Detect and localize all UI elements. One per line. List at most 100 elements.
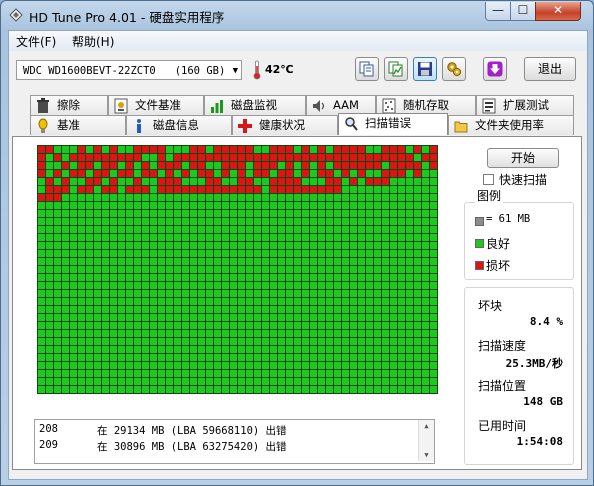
good-block	[206, 202, 213, 209]
tab-folder-usage[interactable]: 文件夹使用率	[448, 115, 574, 135]
good-block	[254, 362, 261, 369]
exit-button[interactable]: 退出	[524, 57, 576, 81]
good-block	[78, 354, 85, 361]
log-entry-number: 208	[39, 423, 58, 435]
good-block	[342, 306, 349, 313]
tab-disk-monitor[interactable]: 磁盘监视	[204, 95, 306, 115]
good-block	[230, 314, 237, 321]
tab-benchmark[interactable]: 基准	[30, 115, 126, 135]
good-block	[86, 370, 93, 377]
good-block	[142, 386, 149, 393]
good-block	[318, 290, 325, 297]
tab-health[interactable]: 健康状况	[232, 115, 338, 135]
good-block	[142, 250, 149, 257]
good-block	[414, 338, 421, 345]
good-block	[382, 242, 389, 249]
good-block	[54, 298, 61, 305]
good-block	[302, 274, 309, 281]
good-block	[38, 250, 45, 257]
good-block	[94, 194, 101, 201]
good-block	[294, 298, 301, 305]
good-block	[230, 194, 237, 201]
good-block	[302, 378, 309, 385]
menu-help[interactable]: 帮助(H)	[72, 33, 114, 50]
good-block	[206, 306, 213, 313]
good-block	[54, 266, 61, 273]
good-block	[286, 314, 293, 321]
good-block	[246, 362, 253, 369]
good-block	[358, 306, 365, 313]
good-block	[278, 330, 285, 337]
good-block	[214, 274, 221, 281]
good-block	[150, 210, 157, 217]
good-block	[110, 282, 117, 289]
checkbox-box[interactable]	[483, 174, 494, 185]
copy-text-button[interactable]	[355, 57, 379, 81]
good-block	[422, 362, 429, 369]
error-log-list[interactable]: 208 在 29134 MB (LBA 59668110) 出错 209 在 3…	[34, 419, 435, 464]
scroll-up-arrow-icon[interactable]: ▲	[419, 422, 434, 430]
maximize-button[interactable]: ☐	[510, 2, 536, 21]
close-button[interactable]: ✕	[535, 2, 581, 21]
log-scrollbar[interactable]: ▲ ▼	[418, 420, 434, 461]
good-block	[398, 362, 405, 369]
good-block	[182, 386, 189, 393]
good-block	[246, 202, 253, 209]
good-block	[262, 330, 269, 337]
tab-file-benchmark[interactable]: 文件基准	[108, 95, 204, 115]
scroll-down-arrow-icon[interactable]: ▼	[419, 451, 434, 459]
good-block	[182, 370, 189, 377]
good-block	[414, 282, 421, 289]
good-block	[118, 354, 125, 361]
good-block	[262, 218, 269, 225]
good-block	[110, 330, 117, 337]
download-button[interactable]	[483, 57, 507, 81]
start-button[interactable]: 开始	[487, 148, 559, 168]
good-block	[294, 370, 301, 377]
thermometer-icon	[253, 60, 261, 80]
good-block	[150, 338, 157, 345]
good-block	[382, 338, 389, 345]
good-block	[150, 386, 157, 393]
good-block	[78, 346, 85, 353]
good-block	[222, 202, 229, 209]
good-block	[414, 378, 421, 385]
good-block	[54, 178, 61, 185]
tab-info[interactable]: 磁盘信息	[126, 115, 232, 135]
tab-erase[interactable]: 擦除	[30, 95, 108, 115]
good-block	[214, 162, 221, 169]
damaged-block	[270, 186, 277, 193]
good-block	[102, 314, 109, 321]
save-button[interactable]	[413, 57, 437, 81]
good-block	[422, 298, 429, 305]
good-block	[358, 362, 365, 369]
good-block	[94, 354, 101, 361]
damaged-block	[318, 162, 325, 169]
good-block	[174, 378, 181, 385]
elapsed-time-value: 1:54:08	[516, 435, 563, 448]
tab-error-scan[interactable]: 扫描错误	[338, 113, 448, 135]
copy-screenshot-button[interactable]	[384, 57, 408, 81]
good-block	[126, 378, 133, 385]
tab-extra-tests[interactable]: 扩展测试	[476, 95, 574, 115]
good-block	[126, 234, 133, 241]
menu-file[interactable]: 文件(F)	[16, 33, 56, 50]
damaged-block	[158, 178, 165, 185]
file-benchmark-icon	[113, 98, 129, 114]
good-block	[166, 322, 173, 329]
good-block	[134, 330, 141, 337]
good-block	[422, 210, 429, 217]
good-block	[414, 266, 421, 273]
options-button[interactable]	[442, 57, 466, 81]
tab-random-access[interactable]: 随机存取	[376, 95, 476, 115]
good-block	[342, 354, 349, 361]
tab-aam[interactable]: AAM	[306, 95, 376, 115]
minimize-button[interactable]: —	[485, 2, 511, 21]
good-block	[206, 266, 213, 273]
good-block	[366, 210, 373, 217]
drive-select[interactable]: WDC WD1600BEVT-22ZCT0 (160 GB) ▼	[16, 60, 242, 80]
good-block	[390, 258, 397, 265]
title-bar[interactable]: HD Tune Pro 4.01 - 硬盘实用程序 — ☐ ✕	[1, 1, 593, 29]
good-block	[46, 162, 53, 169]
good-block	[134, 354, 141, 361]
